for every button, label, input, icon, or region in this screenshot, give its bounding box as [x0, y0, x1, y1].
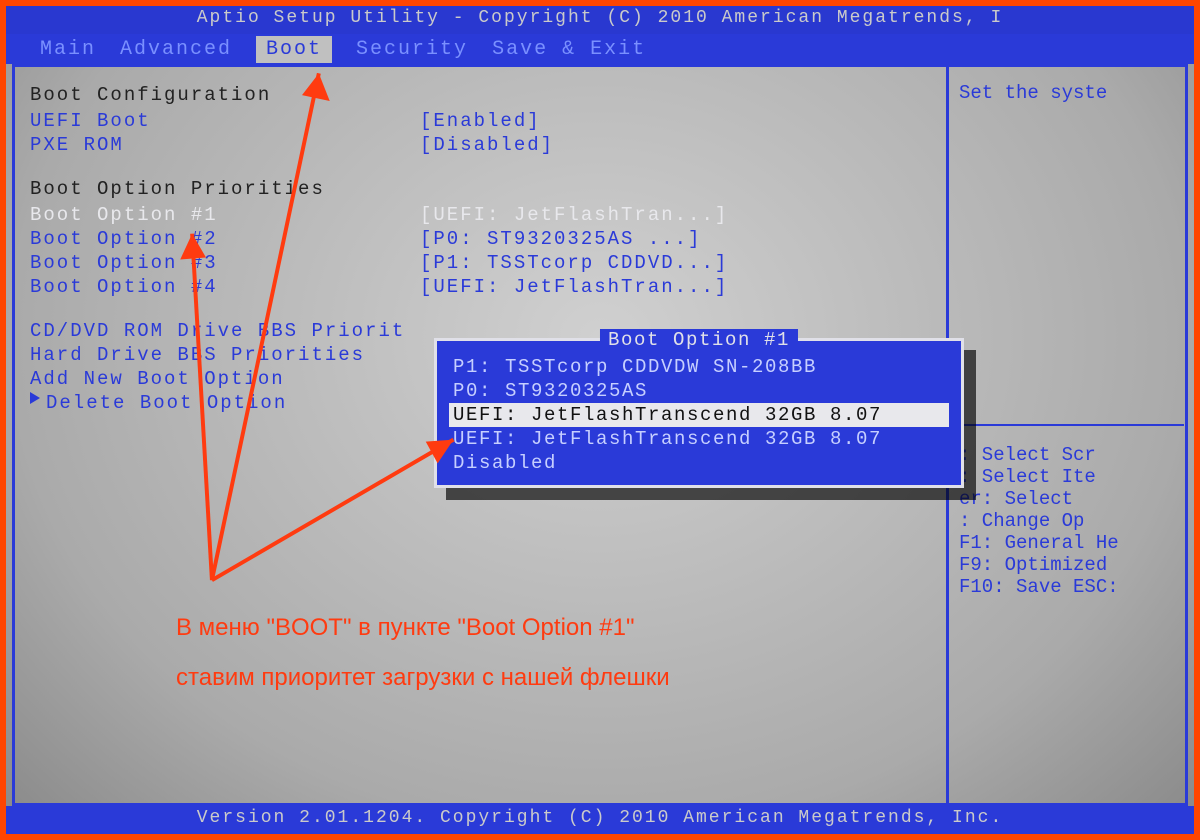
- boot-option-2-row[interactable]: Boot Option #2 [P0: ST9320325AS ...]: [30, 228, 932, 250]
- boot-option-2-label: Boot Option #2: [30, 228, 420, 250]
- tab-bar: Main Advanced Boot Security Save & Exit: [6, 34, 1194, 64]
- selection-indicator-icon: [30, 392, 40, 404]
- boot-option-1-value: [UEFI: JetFlashTran...]: [420, 204, 728, 226]
- boot-option-popup: Boot Option #1 P1: TSSTcorp CDDVDW SN-20…: [434, 338, 964, 488]
- help-hint: : Select Ite: [959, 466, 1184, 488]
- boot-option-3-label: Boot Option #3: [30, 252, 420, 274]
- pxe-rom-row[interactable]: PXE ROM [Disabled]: [30, 134, 932, 156]
- popup-item[interactable]: Disabled: [449, 451, 949, 475]
- tab-save-exit[interactable]: Save & Exit: [492, 38, 646, 61]
- boot-option-4-label: Boot Option #4: [30, 276, 420, 298]
- boot-option-3-row[interactable]: Boot Option #3 [P1: TSSTcorp CDDVD...]: [30, 252, 932, 274]
- help-hint: er: Select: [959, 488, 1184, 510]
- bios-footer: Version 2.01.1204. Copyright (C) 2010 Am…: [6, 806, 1194, 834]
- help-hint: F10: Save ESC:: [959, 576, 1184, 598]
- tab-security[interactable]: Security: [356, 38, 468, 61]
- popup-item[interactable]: P1: TSSTcorp CDDVDW SN-208BB: [449, 355, 949, 379]
- boot-option-4-row[interactable]: Boot Option #4 [UEFI: JetFlashTran...]: [30, 276, 932, 298]
- tab-main[interactable]: Main: [40, 38, 96, 61]
- uefi-boot-label: UEFI Boot: [30, 110, 420, 132]
- popup-title: Boot Option #1: [600, 329, 798, 351]
- help-hint: F1: General He: [959, 532, 1184, 554]
- popup-item-selected[interactable]: UEFI: JetFlashTranscend 32GB 8.07: [449, 403, 949, 427]
- help-hint: F9: Optimized: [959, 554, 1184, 576]
- pxe-rom-value: [Disabled]: [420, 134, 554, 156]
- boot-option-4-value: [UEFI: JetFlashTran...]: [420, 276, 728, 298]
- uefi-boot-value: [Enabled]: [420, 110, 541, 132]
- bios-header: Aptio Setup Utility - Copyright (C) 2010…: [6, 6, 1194, 34]
- boot-option-3-value: [P1: TSSTcorp CDDVD...]: [420, 252, 728, 274]
- boot-config-title: Boot Configuration: [30, 84, 932, 106]
- tab-advanced[interactable]: Advanced: [120, 38, 232, 61]
- tab-boot[interactable]: Boot: [256, 36, 332, 63]
- help-description: Set the syste: [959, 82, 1184, 104]
- boot-option-1-label: Boot Option #1: [30, 204, 420, 226]
- help-hint: : Change Op: [959, 510, 1184, 532]
- boot-option-2-value: [P0: ST9320325AS ...]: [420, 228, 701, 250]
- boot-priorities-title: Boot Option Priorities: [30, 178, 932, 200]
- popup-item[interactable]: P0: ST9320325AS: [449, 379, 949, 403]
- help-hint: : Select Scr: [959, 444, 1184, 466]
- boot-option-1-row[interactable]: Boot Option #1 [UEFI: JetFlashTran...]: [30, 204, 932, 226]
- help-panel: Set the syste : Select Scr : Select Ite …: [946, 64, 1194, 806]
- popup-item[interactable]: UEFI: JetFlashTranscend 32GB 8.07: [449, 427, 949, 451]
- uefi-boot-row[interactable]: UEFI Boot [Enabled]: [30, 110, 932, 132]
- pxe-rom-label: PXE ROM: [30, 134, 420, 156]
